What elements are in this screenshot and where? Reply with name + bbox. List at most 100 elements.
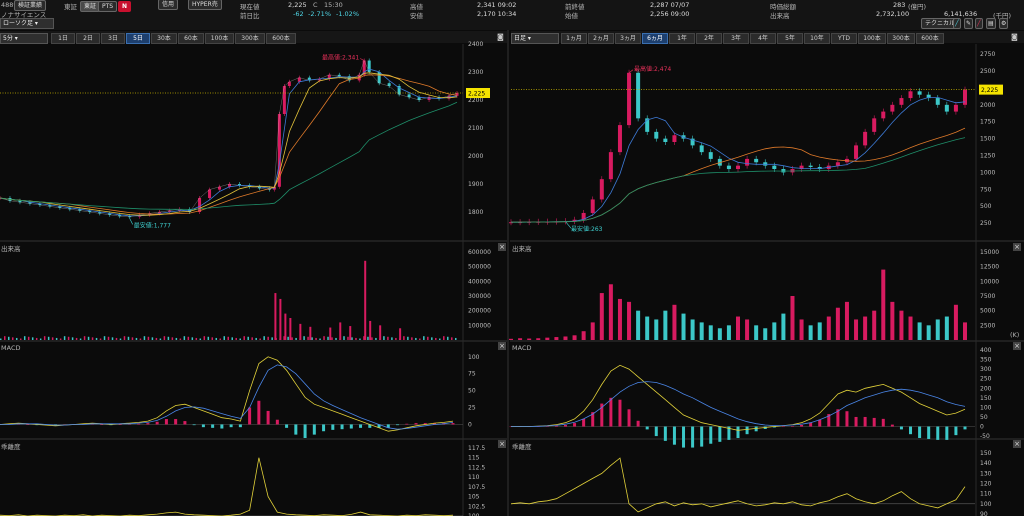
volume-bar bbox=[335, 337, 337, 340]
camera-icon[interactable]: ◙ bbox=[497, 33, 504, 41]
volume-bar bbox=[899, 310, 904, 340]
macd-histogram-bar bbox=[709, 426, 713, 444]
close-icon[interactable]: × bbox=[498, 243, 506, 251]
trash-icon[interactable]: ▤ bbox=[986, 18, 996, 29]
left-interval-select[interactable]: 5分 ▾ bbox=[0, 33, 48, 44]
volume-bar bbox=[71, 337, 74, 340]
left-toolbar: 5分 ▾ 1日 2日 3日 5日 30本 60本 100本 300本 600本 ◙ bbox=[0, 31, 507, 44]
volume-bar bbox=[195, 337, 198, 340]
price-candle bbox=[447, 95, 451, 99]
price-candle bbox=[608, 152, 613, 180]
close-icon[interactable]: × bbox=[1013, 440, 1021, 448]
market-button[interactable]: 東証 bbox=[80, 1, 101, 12]
y-tick-label: 400000 bbox=[468, 278, 491, 285]
hyper-button[interactable]: HYPER売 bbox=[188, 0, 222, 10]
volume-bar bbox=[179, 338, 182, 340]
price-candle bbox=[763, 162, 768, 166]
camera-icon-right[interactable]: ◙ bbox=[1011, 33, 1018, 41]
close-icon[interactable]: × bbox=[498, 440, 506, 448]
period-tab[interactable]: 5年 bbox=[777, 33, 803, 44]
pen-icon[interactable]: ✎ bbox=[964, 18, 974, 29]
period-tab[interactable]: 2日 bbox=[76, 33, 100, 44]
price-candle bbox=[717, 158, 722, 166]
macd-histogram-bar bbox=[192, 424, 196, 426]
left-volume-label: 出来高 bbox=[1, 245, 21, 253]
close-icon[interactable]: × bbox=[498, 342, 506, 350]
y-tick-label: 300000 bbox=[468, 293, 491, 300]
annotation-low: 最安値:263 bbox=[571, 225, 603, 233]
prev-label: 前日比 bbox=[240, 12, 260, 20]
macd-histogram-bar bbox=[433, 423, 437, 425]
period-tab[interactable]: 300本 bbox=[887, 33, 915, 44]
period-tab[interactable]: 3ヵ月 bbox=[615, 33, 641, 44]
chart-type-select[interactable]: ローソク足 ▾ bbox=[0, 18, 54, 29]
macd-histogram-bar bbox=[35, 424, 39, 426]
macd-histogram-bar bbox=[90, 423, 94, 425]
volume-bar bbox=[835, 307, 840, 340]
y-tick-label: 2300 bbox=[468, 69, 483, 76]
volume-bar bbox=[403, 336, 405, 340]
volume-bar bbox=[351, 337, 353, 340]
period-tab[interactable]: 1日 bbox=[51, 33, 75, 44]
close-icon[interactable]: × bbox=[1013, 243, 1021, 251]
volume-bar bbox=[291, 337, 293, 340]
volume-bar bbox=[311, 337, 313, 340]
period-tab[interactable]: 5日 bbox=[126, 33, 150, 44]
volume-bar bbox=[708, 325, 713, 340]
close-icon[interactable]: × bbox=[1013, 342, 1021, 350]
volume-bar bbox=[572, 335, 577, 340]
period-tab[interactable]: 100本 bbox=[205, 33, 234, 44]
volume-bar bbox=[681, 313, 686, 340]
price-candle bbox=[377, 72, 381, 84]
volume-bar bbox=[367, 336, 369, 340]
price-candle bbox=[188, 209, 192, 212]
right-interval-select[interactable]: 日足 ▾ bbox=[511, 33, 559, 44]
draw-tool-icon[interactable]: ╱ bbox=[975, 18, 983, 29]
period-tab[interactable]: 2年 bbox=[696, 33, 722, 44]
draw-line-icon[interactable]: ╱ bbox=[953, 18, 961, 29]
period-tab[interactable]: 2ヵ月 bbox=[588, 33, 614, 44]
period-tab[interactable]: 1ヵ月 bbox=[561, 33, 587, 44]
volume-bar bbox=[315, 337, 317, 340]
price-candle bbox=[327, 74, 331, 79]
period-tab[interactable]: 600本 bbox=[266, 33, 296, 44]
period-tab[interactable]: 3年 bbox=[723, 33, 749, 44]
period-tab[interactable]: 3日 bbox=[101, 33, 125, 44]
price-candle bbox=[247, 185, 251, 187]
volume-bar bbox=[263, 336, 265, 340]
macd-histogram-bar bbox=[155, 421, 159, 425]
period-tab[interactable]: 6ヵ月 bbox=[642, 33, 668, 44]
volume-spike bbox=[364, 260, 367, 340]
price-candle bbox=[899, 98, 904, 105]
period-tab[interactable]: 4年 bbox=[750, 33, 776, 44]
y-tick-label: 112.5 bbox=[468, 464, 485, 471]
news-icon[interactable]: N bbox=[118, 1, 132, 12]
price-candle bbox=[108, 213, 112, 215]
open-label: 始値 bbox=[565, 12, 578, 20]
volume-bar bbox=[87, 336, 90, 340]
price-candle bbox=[545, 221, 550, 223]
credit-button[interactable]: 信用 bbox=[158, 0, 179, 10]
volume-bar bbox=[63, 336, 66, 340]
period-tab[interactable]: 30本 bbox=[151, 33, 177, 44]
period-tab[interactable]: 1年 bbox=[669, 33, 695, 44]
volume-bar bbox=[387, 336, 389, 340]
volume-bar bbox=[391, 337, 393, 340]
macd-histogram-bar bbox=[754, 426, 758, 432]
macd-histogram-bar bbox=[609, 397, 613, 427]
price-candle bbox=[138, 214, 142, 217]
volume-bar bbox=[451, 337, 453, 340]
macd-histogram-bar bbox=[7, 423, 11, 425]
settings-icon[interactable]: ⚙ bbox=[999, 18, 1009, 29]
annotation-high: 最高値:2,341 bbox=[322, 54, 359, 62]
volume-bar bbox=[211, 337, 214, 340]
period-tab[interactable]: YTD bbox=[831, 33, 857, 44]
period-tab[interactable]: 600本 bbox=[916, 33, 944, 44]
pts-button[interactable]: PTS bbox=[98, 1, 118, 12]
period-tab[interactable]: 10年 bbox=[804, 33, 830, 44]
volume-bar bbox=[159, 338, 162, 340]
period-tab[interactable]: 100本 bbox=[858, 33, 886, 44]
macd-histogram-bar bbox=[294, 424, 298, 435]
period-tab[interactable]: 300本 bbox=[235, 33, 265, 44]
period-tab[interactable]: 60本 bbox=[178, 33, 204, 44]
